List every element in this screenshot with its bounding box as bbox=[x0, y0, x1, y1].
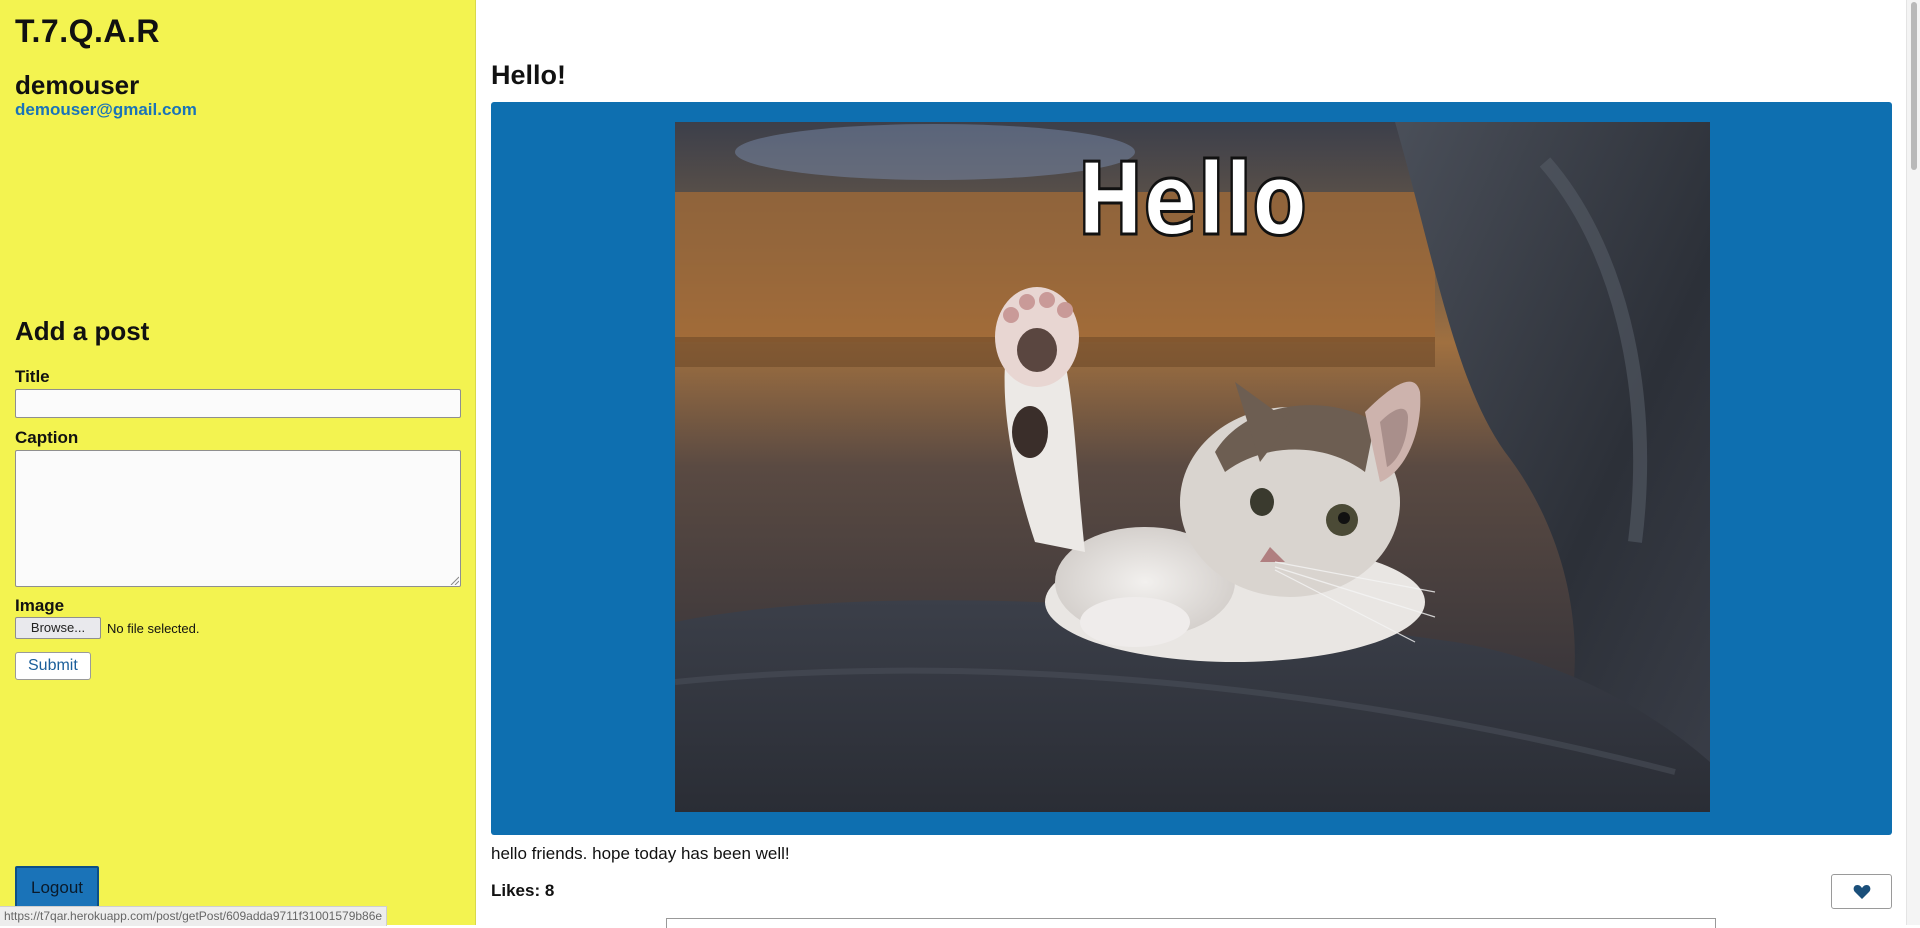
like-button[interactable] bbox=[1831, 874, 1892, 909]
scrollbar-thumb[interactable] bbox=[1911, 2, 1917, 170]
file-status-text: No file selected. bbox=[107, 620, 200, 636]
caption-wrapper bbox=[15, 450, 461, 587]
logout-button[interactable]: Logout bbox=[15, 866, 99, 910]
post-image-frame: Hello bbox=[491, 102, 1892, 835]
heart-icon bbox=[1853, 884, 1870, 899]
browse-button[interactable]: Browse... bbox=[15, 617, 101, 639]
add-post-heading: Add a post bbox=[15, 316, 150, 346]
comment-box[interactable] bbox=[666, 918, 1716, 928]
meme-text: Hello bbox=[1077, 141, 1307, 258]
post-title: Hello! bbox=[491, 60, 567, 90]
profile-email-link[interactable]: demouser@gmail.com bbox=[15, 100, 460, 120]
caption-textarea[interactable] bbox=[15, 450, 461, 587]
title-input[interactable] bbox=[15, 389, 461, 418]
likes-count: Likes: 8 bbox=[491, 881, 555, 900]
resize-grip-icon[interactable] bbox=[449, 575, 459, 585]
brand-title: T.7.Q.A.R bbox=[15, 13, 160, 49]
page-scrollbar[interactable] bbox=[1906, 0, 1920, 925]
sidebar: T.7.Q.A.R demouser demouser@gmail.com Ad… bbox=[0, 0, 476, 925]
kitten-photo: Hello bbox=[675, 122, 1710, 812]
title-label: Title bbox=[15, 367, 50, 386]
caption-label: Caption bbox=[15, 428, 79, 447]
profile-username: demouser bbox=[15, 70, 140, 100]
post-image: Hello bbox=[675, 122, 1710, 812]
file-input: Browse... No file selected. bbox=[15, 617, 461, 639]
image-label: Image bbox=[15, 596, 65, 615]
submit-button[interactable]: Submit bbox=[15, 652, 91, 680]
status-bar-url: https://t7qar.herokuapp.com/post/getPost… bbox=[0, 906, 388, 926]
post-view: Hello! Hello hello friends. hope today h… bbox=[491, 0, 1892, 928]
post-caption: hello friends. hope today has been well! bbox=[491, 844, 790, 863]
add-post-form: Title Caption Image Browse... No file se… bbox=[15, 367, 461, 680]
